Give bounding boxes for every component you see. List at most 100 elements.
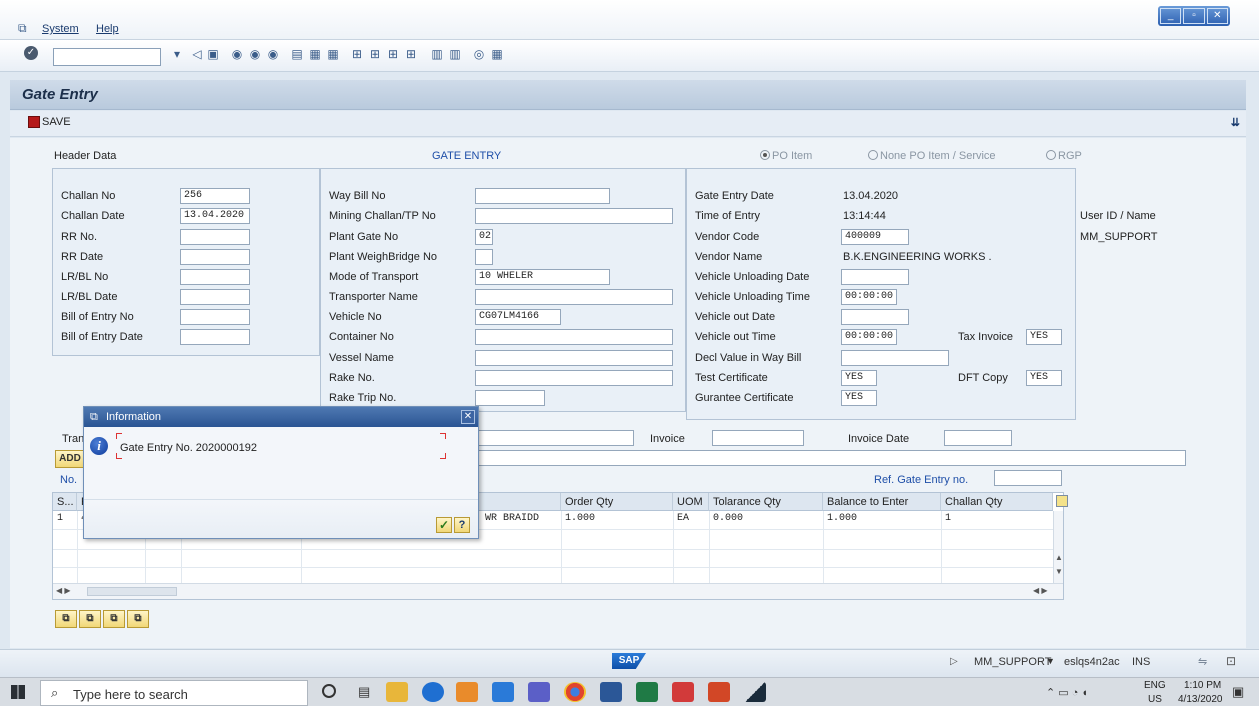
boe-date-field[interactable] (180, 329, 250, 345)
boe-no-field[interactable] (180, 309, 250, 325)
dft-copy-field[interactable]: YES (1026, 370, 1062, 386)
back-nav-icon[interactable]: ◁ (190, 47, 204, 61)
app-red-icon[interactable] (672, 682, 694, 702)
status-mode[interactable]: INS (1132, 656, 1150, 668)
rake-no-field[interactable] (475, 370, 673, 386)
horizontal-scrollbar[interactable]: ◀ ▶ ◀ ▶ (53, 583, 1063, 599)
add-button[interactable]: ADD (55, 450, 85, 468)
command-field[interactable] (53, 48, 161, 66)
task-view-icon[interactable]: ▤ (358, 684, 370, 700)
help-question-button[interactable]: ? (454, 517, 470, 533)
edge-icon[interactable] (422, 682, 444, 702)
test-cert-field[interactable]: YES (841, 370, 877, 386)
dialog-close-button[interactable]: ✕ (461, 410, 475, 424)
select-all-button[interactable]: ⧉ (103, 610, 125, 628)
powerpoint-icon[interactable] (708, 682, 730, 702)
scroll-left-icon[interactable]: ◀ ▶ (56, 586, 71, 595)
save-button[interactable]: SAVE (28, 116, 71, 128)
out-time-field[interactable]: 00:00:00 (841, 329, 897, 345)
find-icon[interactable]: ▦ (308, 47, 322, 61)
chrome-icon[interactable] (564, 682, 586, 702)
lr-no-field[interactable] (180, 269, 250, 285)
app-triangle-icon[interactable] (744, 682, 766, 702)
cortana-icon[interactable] (322, 684, 336, 698)
first-page-icon[interactable]: ⊞ (350, 47, 364, 61)
close-window-icon[interactable]: ✕ (1206, 8, 1228, 24)
weighbridge-field[interactable] (475, 249, 493, 265)
status-play-icon[interactable]: ▷ (950, 656, 958, 667)
command-dropdown-icon[interactable]: ▾ (170, 47, 184, 61)
challan-no-field[interactable]: 256 (180, 188, 250, 204)
invoice-date-field[interactable] (944, 430, 1012, 446)
menu-system[interactable]: System (42, 23, 79, 35)
scroll-right-icon[interactable]: ◀ ▶ (1033, 586, 1048, 595)
way-bill-field[interactable] (475, 188, 610, 204)
exit-icon[interactable]: ◉ (248, 47, 262, 61)
layout-icon[interactable]: ▦ (490, 47, 504, 61)
rr-date-field[interactable] (180, 249, 250, 265)
back-icon[interactable]: ◉ (230, 47, 244, 61)
sap-logon-icon[interactable] (492, 682, 514, 702)
vendor-code-field[interactable]: 400009 (841, 229, 909, 245)
cancel-icon[interactable]: ◉ (266, 47, 280, 61)
col-header-balance[interactable]: Balance to Enter (823, 493, 941, 511)
teams-icon[interactable] (528, 682, 550, 702)
menu-help[interactable]: Help (96, 23, 119, 35)
radio-po-item[interactable]: PO Item (760, 150, 812, 162)
print-icon[interactable]: ▤ (290, 47, 304, 61)
tray-region[interactable]: US (1148, 694, 1162, 705)
status-user-dropdown-icon[interactable]: ▼ (1046, 656, 1055, 666)
tray-lang[interactable]: ENG (1144, 680, 1166, 691)
vehicle-no-field[interactable]: CG07LM4166 (475, 309, 561, 325)
table-settings-icon[interactable] (1056, 495, 1068, 507)
more-icon[interactable]: ⇊ (1231, 116, 1240, 129)
col-header-order-qty[interactable]: Order Qty (561, 493, 673, 511)
tray-time[interactable]: 1:10 PM (1184, 680, 1221, 691)
guarantee-cert-field[interactable]: YES (841, 390, 877, 406)
rr-no-field[interactable] (180, 229, 250, 245)
transporter-name-field[interactable] (475, 289, 673, 305)
decl-value-field[interactable] (841, 350, 949, 366)
delete-row-button[interactable]: ⧉ (79, 610, 101, 628)
find-next-icon[interactable]: ▦ (326, 47, 340, 61)
dialog-title-bar[interactable]: ⧉ Information (84, 407, 478, 427)
save-icon[interactable]: ▣ (206, 47, 220, 61)
tran-field[interactable] (470, 430, 634, 446)
radio-none-po-item[interactable]: None PO Item / Service (868, 150, 996, 162)
ref-gate-entry-field[interactable] (994, 470, 1062, 486)
windows-start-icon[interactable] (11, 685, 25, 699)
out-date-field[interactable] (841, 309, 909, 325)
file-explorer-icon[interactable] (386, 682, 408, 702)
remarks-field[interactable] (470, 450, 1186, 466)
notification-icon[interactable]: ▣ (1232, 684, 1244, 700)
restore-icon[interactable]: ▫ (1183, 8, 1205, 24)
insert-row-button[interactable]: ⧉ (55, 610, 77, 628)
help-icon[interactable]: ◎ (472, 47, 486, 61)
mode-of-transport-field[interactable]: 10 WHELER (475, 269, 610, 285)
rake-trip-field[interactable] (475, 390, 545, 406)
next-page-icon[interactable]: ⊞ (386, 47, 400, 61)
invoice-field[interactable] (712, 430, 804, 446)
new-session-icon[interactable]: ▥ (430, 47, 444, 61)
scroll-down-icon[interactable]: ▼ (1055, 567, 1063, 576)
scroll-thumb[interactable] (87, 587, 177, 596)
unload-time-field[interactable]: 00:00:00 (841, 289, 897, 305)
outlook-icon[interactable] (456, 682, 478, 702)
taskbar-search[interactable]: ⌕ Type here to search (40, 680, 308, 706)
lock-icon[interactable]: ⊡ (1226, 654, 1236, 668)
scroll-up-icon[interactable]: ▲ (1055, 553, 1063, 562)
shortcut-icon[interactable]: ▥ (448, 47, 462, 61)
prev-page-icon[interactable]: ⊞ (368, 47, 382, 61)
col-header-s[interactable]: S... (53, 493, 77, 511)
excel-icon[interactable] (636, 682, 658, 702)
deselect-all-button[interactable]: ⧉ (127, 610, 149, 628)
col-header-tolerance[interactable]: Tolarance Qty (709, 493, 823, 511)
radio-rgp[interactable]: RGP (1046, 150, 1082, 162)
last-page-icon[interactable]: ⊞ (404, 47, 418, 61)
mining-challan-field[interactable] (475, 208, 673, 224)
lr-date-field[interactable] (180, 289, 250, 305)
status-settings-icon[interactable]: ⇋ (1198, 655, 1207, 668)
container-no-field[interactable] (475, 329, 673, 345)
word-icon[interactable] (600, 682, 622, 702)
col-header-uom[interactable]: UOM (673, 493, 709, 511)
